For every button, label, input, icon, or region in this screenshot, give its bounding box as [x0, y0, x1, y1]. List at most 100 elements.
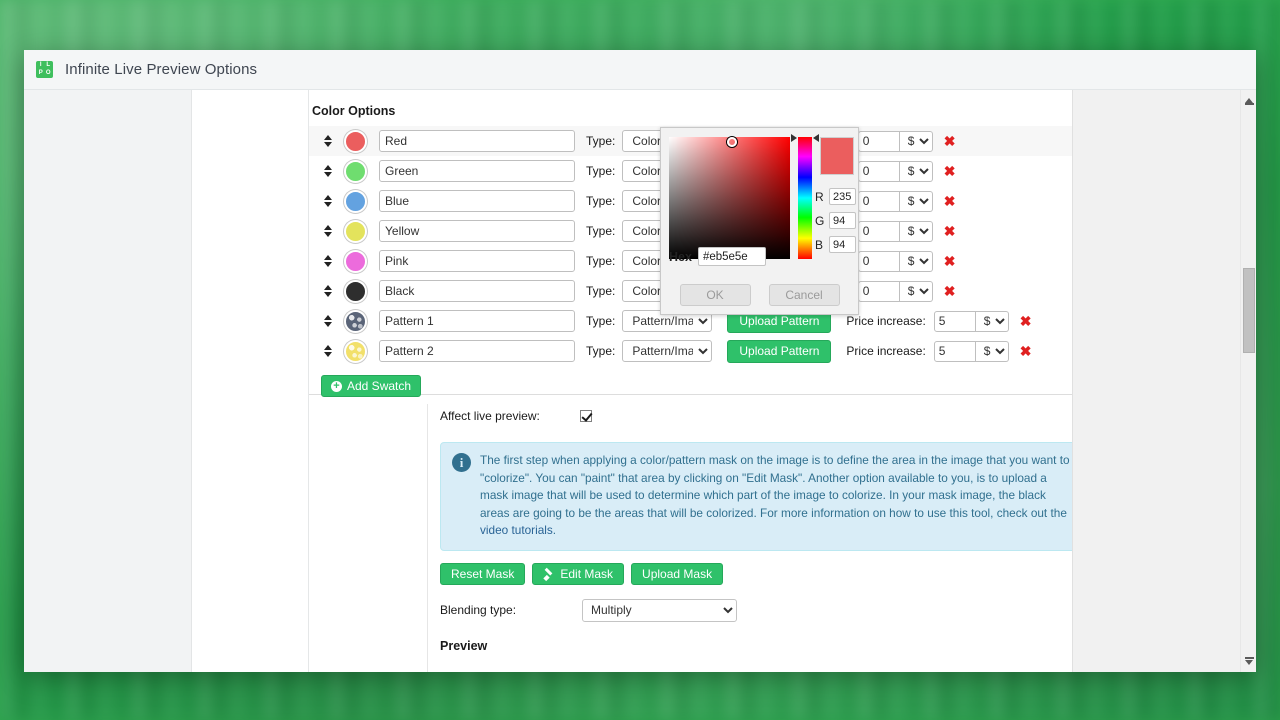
- currency-select[interactable]: $: [899, 250, 933, 272]
- swatch-color-dot[interactable]: [344, 129, 367, 153]
- info-text-part3: .: [552, 523, 557, 537]
- picker-buttons: OK Cancel: [669, 284, 850, 306]
- add-swatch-label: Add Swatch: [347, 379, 412, 393]
- info-callout: i The first step when applying a color/p…: [440, 442, 1072, 551]
- swatch-name-input[interactable]: [379, 220, 575, 242]
- hue-marker-left-icon: [791, 134, 797, 142]
- drag-handle-icon[interactable]: [321, 135, 335, 147]
- swatch-type-label: Type:: [586, 224, 616, 238]
- swatch-color-dot[interactable]: [344, 309, 367, 333]
- swatch-color-dot[interactable]: [344, 339, 367, 363]
- currency-select[interactable]: $: [899, 190, 933, 212]
- blue-input[interactable]: [829, 236, 856, 253]
- mask-section-panel: Affect live preview: i The first step wh…: [427, 404, 1072, 672]
- drag-handle-icon[interactable]: [321, 165, 335, 177]
- window-titlebar: I L P O Infinite Live Preview Options: [24, 50, 1256, 90]
- price-increase-input[interactable]: [857, 250, 900, 272]
- price-increase-input[interactable]: [857, 220, 900, 242]
- drag-handle-icon[interactable]: [321, 255, 335, 267]
- window-title: Infinite Live Preview Options: [65, 61, 258, 78]
- sv-cursor-icon[interactable]: [727, 137, 737, 147]
- saturation-value-field[interactable]: [669, 137, 790, 259]
- drag-handle-icon[interactable]: [321, 345, 335, 357]
- swatch-type-label: Type:: [586, 164, 616, 178]
- affect-live-preview-label: Affect live preview:: [440, 409, 540, 423]
- drag-handle-icon[interactable]: [321, 315, 335, 327]
- remove-swatch-button[interactable]: ✖: [944, 134, 956, 148]
- picker-ok-button[interactable]: OK: [679, 284, 751, 306]
- add-swatch-button[interactable]: + Add Swatch: [321, 375, 422, 397]
- remove-swatch-button[interactable]: ✖: [944, 164, 956, 178]
- color-picker-popup[interactable]: R G B Hex OK Cancel: [660, 127, 859, 315]
- swatch-name-input[interactable]: [379, 160, 575, 182]
- red-input[interactable]: [829, 188, 856, 205]
- green-channel-row: G: [815, 212, 856, 229]
- green-input[interactable]: [829, 212, 856, 229]
- swatch-color-dot[interactable]: [344, 279, 367, 303]
- price-increase-label: Price increase:: [846, 344, 926, 358]
- preview-heading: Preview: [440, 638, 488, 653]
- price-increase-input[interactable]: [857, 280, 900, 302]
- currency-select[interactable]: $: [975, 310, 1009, 332]
- price-increase-label: Price increase:: [846, 314, 926, 328]
- drag-handle-icon[interactable]: [321, 285, 335, 297]
- currency-select[interactable]: $: [899, 280, 933, 302]
- swatch-type-select[interactable]: Pattern/Image: [622, 340, 713, 362]
- remove-swatch-button[interactable]: ✖: [1020, 344, 1032, 358]
- hue-marker-right-icon: [813, 134, 819, 142]
- info-icon: i: [452, 453, 471, 472]
- swatch-name-input[interactable]: [379, 130, 575, 152]
- remove-swatch-button[interactable]: ✖: [944, 194, 956, 208]
- price-increase-input[interactable]: [857, 190, 900, 212]
- drag-handle-icon[interactable]: [321, 195, 335, 207]
- swatch-color-dot[interactable]: [344, 189, 367, 213]
- hex-input[interactable]: [697, 247, 766, 266]
- upload-mask-button[interactable]: Upload Mask: [631, 562, 724, 585]
- scroll-down-arrow-icon[interactable]: [1241, 654, 1256, 670]
- currency-select[interactable]: $: [975, 340, 1009, 362]
- hue-slider[interactable]: [798, 137, 812, 259]
- window-content: Color Options Type:ColorPrice increase:$…: [24, 90, 1256, 672]
- price-increase-input[interactable]: [857, 130, 900, 152]
- price-increase-input[interactable]: [857, 160, 900, 182]
- swatch-row: Type: Pattern/Image Upload Pattern Price in…: [309, 336, 1072, 366]
- currency-select[interactable]: $: [899, 130, 933, 152]
- swatch-name-input[interactable]: [379, 310, 575, 332]
- swatch-name-input[interactable]: [379, 250, 575, 272]
- drag-handle-icon[interactable]: [321, 225, 335, 237]
- swatch-name-input[interactable]: [379, 340, 575, 362]
- reset-mask-label: Reset Mask: [451, 566, 515, 581]
- affect-live-preview-checkbox[interactable]: [580, 410, 592, 422]
- remove-swatch-button[interactable]: ✖: [944, 284, 956, 298]
- vertical-scrollbar[interactable]: [1240, 90, 1256, 672]
- logo-letter-4: O: [45, 69, 51, 76]
- swatch-color-dot[interactable]: [344, 159, 367, 183]
- currency-select[interactable]: $: [899, 220, 933, 242]
- mask-section: Affect live preview: i The first step wh…: [427, 404, 1072, 672]
- swatch-name-input[interactable]: [379, 280, 575, 302]
- blending-type-select[interactable]: Multiply: [582, 598, 737, 622]
- blending-type-label: Blending type:: [440, 603, 517, 617]
- scrollbar-thumb[interactable]: [1243, 268, 1255, 353]
- video-tutorials-link[interactable]: video tutorials: [480, 523, 553, 537]
- remove-swatch-button[interactable]: ✖: [1020, 314, 1032, 328]
- secondary-empty-pane: [192, 90, 309, 672]
- reset-mask-button[interactable]: Reset Mask: [440, 562, 526, 585]
- left-empty-pane: [24, 90, 192, 672]
- swatch-name-input[interactable]: [379, 190, 575, 212]
- swatch-type-label: Type:: [586, 344, 616, 358]
- edit-mask-button[interactable]: Edit Mask: [532, 562, 625, 585]
- price-increase-input[interactable]: [933, 340, 976, 362]
- upload-pattern-button[interactable]: Upload Pattern: [727, 339, 832, 363]
- remove-swatch-button[interactable]: ✖: [944, 224, 956, 238]
- remove-swatch-button[interactable]: ✖: [944, 254, 956, 268]
- price-increase-input[interactable]: [933, 310, 976, 332]
- picker-cancel-button[interactable]: Cancel: [768, 284, 840, 306]
- swatch-color-dot[interactable]: [344, 249, 367, 273]
- currency-select[interactable]: $: [899, 160, 933, 182]
- blending-type-row: Blending type: Multiply: [440, 598, 1072, 622]
- scroll-up-arrow-icon[interactable]: [1241, 92, 1256, 108]
- picker-preview-chip: [820, 137, 854, 175]
- plus-icon: +: [331, 380, 342, 392]
- swatch-color-dot[interactable]: [344, 219, 367, 243]
